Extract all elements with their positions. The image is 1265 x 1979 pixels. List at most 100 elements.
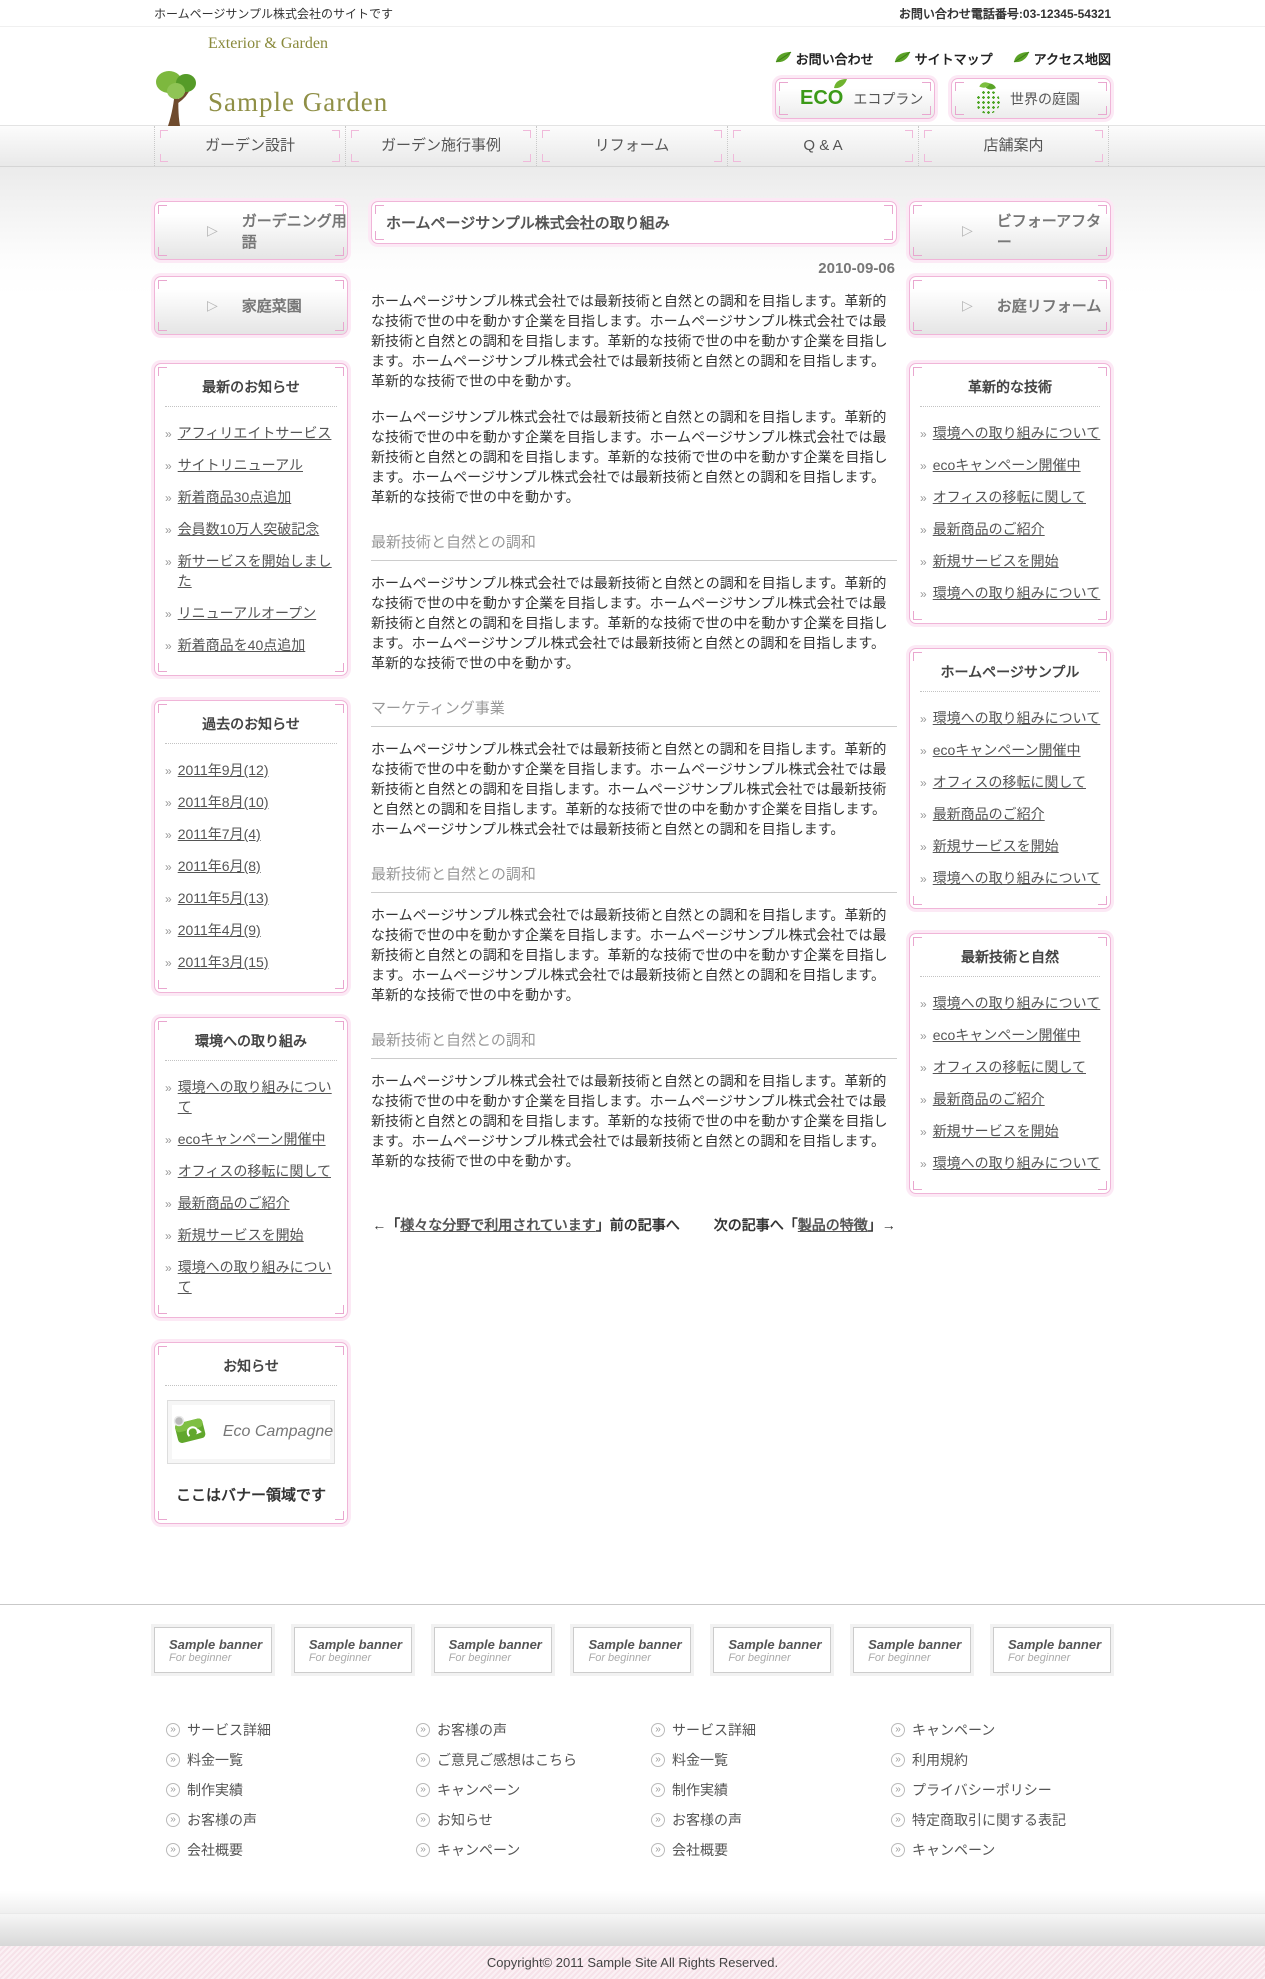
footer-link[interactable]: 料金一覧 [672,1750,728,1770]
footer-link[interactable]: 利用規約 [912,1750,968,1770]
sidebar-link[interactable]: 最新商品のご紹介 [933,1089,1045,1109]
nav-item-garden-design[interactable]: ガーデン設計 [154,126,345,166]
sidebar-button-gardening-terms[interactable]: ▷ ガーデニング用語 [154,201,348,260]
footer-link[interactable]: 制作実績 [672,1780,728,1800]
quick-link-access-map[interactable]: アクセス地図 [1013,49,1111,68]
footer-link[interactable]: キャンペーン [912,1840,995,1860]
sidebar-link[interactable]: 環境への取り組みについて [933,993,1101,1013]
leaf-icon [775,51,792,67]
archive-link[interactable]: 2011年6月(8) [178,856,261,876]
footer-banner[interactable]: Sample bannerFor beginner [853,1627,971,1673]
sidebar-link[interactable]: オフィスの移転に関して [933,487,1086,507]
sidebar-link[interactable]: 新着商品30点追加 [178,487,292,507]
archive-link[interactable]: 2011年9月(12) [178,760,269,780]
list-item: »2011年9月(12) [165,754,339,786]
link-list: »環境への取り組みについて »ecoキャンペーン開催中 »オフィスの移転に関して… [910,407,1110,623]
quick-link-contact[interactable]: お問い合わせ [775,49,874,68]
archive-link[interactable]: 2011年5月(13) [178,888,269,908]
sidebar-link[interactable]: 最新商品のご紹介 [178,1193,290,1213]
sidebar-link[interactable]: 新規サービスを開始 [178,1225,304,1245]
sidebar-link[interactable]: 新規サービスを開始 [933,836,1059,856]
archive-link[interactable]: 2011年3月(15) [178,952,269,972]
sidebar-link[interactable]: 新規サービスを開始 [933,1121,1059,1141]
footer-banner[interactable]: Sample bannerFor beginner [154,1627,272,1673]
nav-item-qa[interactable]: Q & A [727,126,918,166]
double-arrow-icon: » [165,828,172,842]
quick-link-sitemap[interactable]: サイトマップ [894,49,993,68]
footer-link[interactable]: 料金一覧 [187,1750,243,1770]
sidebar-link[interactable]: 環境への取り組みについて [933,583,1101,603]
sidebar-link[interactable]: ecoキャンペーン開催中 [933,455,1081,475]
sidebar-link[interactable]: ecoキャンペーン開催中 [178,1129,326,1149]
footer-link[interactable]: 制作実績 [187,1780,243,1800]
footer-link[interactable]: プライバシーポリシー [912,1780,1052,1800]
footer-banner[interactable]: Sample bannerFor beginner [294,1627,412,1673]
footer-link-item: »お知らせ [416,1805,651,1835]
banner-label: Eco Campagne [223,1423,333,1441]
sidebar-link[interactable]: 会員数10万人突破記念 [178,519,320,539]
footer-banner[interactable]: Sample bannerFor beginner [713,1627,831,1673]
sidebar-link[interactable]: オフィスの移転に関して [933,772,1086,792]
footer-link[interactable]: お客様の声 [187,1810,257,1830]
nav-label: Q & A [803,137,842,154]
double-arrow-icon: » [165,860,172,874]
sidebar-link[interactable]: 新サービスを開始しました [178,551,339,591]
archive-link[interactable]: 2011年8月(10) [178,792,269,812]
footer-link[interactable]: 会社概要 [187,1840,243,1860]
footer-link[interactable]: キャンペーン [437,1840,520,1860]
banner-subtitle: For beginner [728,1652,830,1664]
sidebar-link[interactable]: 環境への取り組みについて [933,1153,1101,1173]
footer-link[interactable]: 会社概要 [672,1840,728,1860]
list-item: » 2011年6月(8) [165,850,339,882]
prev-article-link[interactable]: 様々な分野で利用されています [400,1217,596,1233]
list-item: »環境への取り組みについて [920,702,1102,734]
footer-link-item: »お客様の声 [651,1805,891,1835]
sidebar-button-garden-reform[interactable]: ▷ お庭リフォーム [909,276,1111,335]
sidebar-box-homepage-sample: ホームページサンプル »環境への取り組みについて »ecoキャンペーン開催中 »… [909,648,1111,909]
sidebar-link[interactable]: 環境への取り組みについて [933,868,1101,888]
nav-item-shop-info[interactable]: 店舗案内 [918,126,1109,166]
footer-link[interactable]: お知らせ [437,1810,493,1830]
list-item: »新規サービスを開始 [920,1115,1102,1147]
footer-banner[interactable]: Sample bannerFor beginner [434,1627,552,1673]
footer-link[interactable]: お客様の声 [672,1810,742,1830]
next-article-link[interactable]: 製品の特徴 [798,1217,868,1233]
footer-link[interactable]: サービス詳細 [672,1720,756,1740]
sidebar-link[interactable]: 最新商品のご紹介 [933,804,1045,824]
nav-item-garden-works[interactable]: ガーデン施行事例 [345,126,536,166]
sidebar-link[interactable]: サイトリニューアル [178,455,303,475]
sidebar-button-before-after[interactable]: ▷ ビフォーアフター [909,201,1111,260]
sidebar-link[interactable]: 環境への取り組みについて [933,423,1101,443]
sidebar-link[interactable]: 環境への取り組みについて [178,1257,339,1297]
sidebar-link[interactable]: 最新商品のご紹介 [933,519,1045,539]
sidebar-link[interactable]: ecoキャンペーン開催中 [933,740,1081,760]
footer-link[interactable]: キャンペーン [437,1780,520,1800]
list-item: »新着商品を40点追加 [165,629,339,661]
archive-link[interactable]: 2011年4月(9) [178,920,261,940]
sidebar-link[interactable]: 環境への取り組みについて [178,1077,339,1117]
archive-link[interactable]: 2011年7月(4) [178,824,261,844]
footer-link[interactable]: サービス詳細 [187,1720,271,1740]
sidebar-link[interactable]: オフィスの移転に関して [178,1161,331,1181]
double-arrow-icon: » [920,427,927,441]
sidebar-link[interactable]: 新着商品を40点追加 [178,635,306,655]
sidebar-link[interactable]: ecoキャンペーン開催中 [933,1025,1081,1045]
sidebar-link[interactable]: 環境への取り組みについて [933,708,1101,728]
footer-banner[interactable]: Sample bannerFor beginner [573,1627,691,1673]
footer-banner[interactable]: Sample bannerFor beginner [993,1627,1111,1673]
footer-link[interactable]: 特定商取引に関する表記 [912,1810,1066,1830]
eco-plan-button[interactable]: ECO エコプラン [775,78,935,119]
footer-link[interactable]: ご意見ご感想はこちら [437,1750,577,1770]
sidebar-link[interactable]: 新規サービスを開始 [933,551,1059,571]
footer-link-item: »キャンペーン [416,1775,651,1805]
double-arrow-icon: » [920,872,927,886]
sidebar-link[interactable]: リニューアルオープン [178,603,316,623]
sidebar-button-home-garden[interactable]: ▷ 家庭菜園 [154,276,348,335]
footer-link[interactable]: キャンペーン [912,1720,995,1740]
footer-link[interactable]: お客様の声 [437,1720,507,1740]
sidebar-link[interactable]: オフィスの移転に関して [933,1057,1086,1077]
world-garden-button[interactable]: 世界の庭園 [951,78,1111,119]
nav-item-reform[interactable]: リフォーム [536,126,727,166]
eco-campagne-banner[interactable]: Eco Campagne [167,1400,335,1464]
sidebar-link[interactable]: アフィリエイトサービス [178,423,332,443]
